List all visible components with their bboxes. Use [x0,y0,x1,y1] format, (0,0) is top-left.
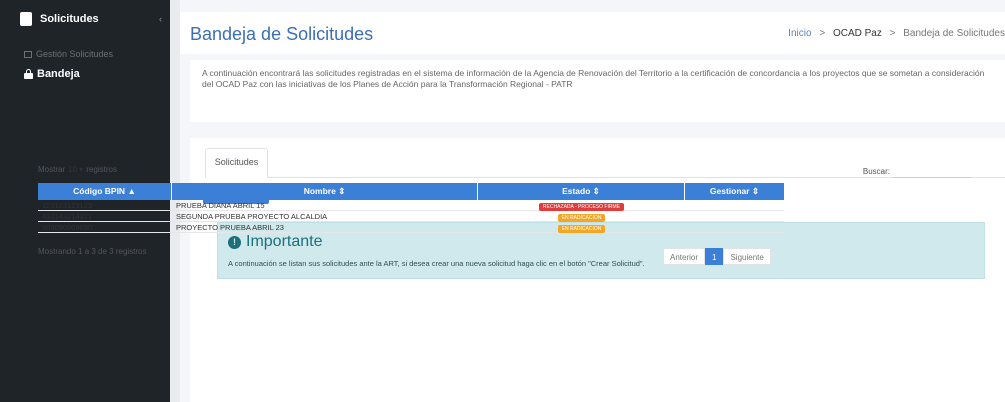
alert-title: Importante [246,233,323,250]
page-size-value: 10 [68,165,78,174]
sidebar-item-label: Gestión Solicitudes [36,49,114,59]
table-info: Mostrando 1 a 3 de 3 registros [38,247,147,256]
cell-bpin: 123123123123 [42,201,93,210]
column-header-label: Nombre [303,186,336,196]
cell-bpin: 909090909090 [42,223,93,232]
sidebar-item-label: Bandeja [37,68,80,80]
sidebar-item-gestion-solicitudes[interactable]: Gestión Solicitudes [24,49,113,59]
page-header: Bandeja de Solicitudes Inicio > OCAD Paz… [180,12,1005,54]
search-control: Buscar: [863,165,971,178]
sidebar-menu-label: Solicitudes [40,13,99,25]
cell-nombre: PROYECTO PRUEBA ABRIL 23 [176,223,284,232]
column-header-label: Código BPIN [73,186,126,196]
list-icon [24,50,32,58]
column-header-nombre[interactable]: Nombre ⇕ [172,183,478,200]
column-header-label: Gestionar [709,186,750,196]
lock-icon [24,68,33,79]
table-row[interactable]: 909090909090 PROYECTO PRUEBA ABRIL 23 EN… [38,222,784,233]
cell-bpin: 432143214321 [42,212,93,221]
cell-nombre: SEGUNDA PRUEBA PROYECTO ALCALDIA [176,212,328,221]
breadcrumb-inicio[interactable]: Inicio [788,28,811,39]
page-size-select[interactable]: 10 ▾ [68,165,83,174]
status-badge: EN RADICACION [557,225,606,233]
column-header-gestionar[interactable]: Gestionar ⇕ [685,183,784,200]
page-title: Bandeja de Solicitudes [190,24,374,44]
intro-panel: A continuación encontrará las solicitude… [190,60,1005,122]
status-badge: EN RADICACION [557,214,606,222]
table-row[interactable]: 432143214321 SEGUNDA PRUEBA PROYECTO ALC… [38,211,784,222]
breadcrumb-ocad-paz[interactable]: OCAD Paz [833,28,882,39]
next-page-button[interactable]: Siguiente [723,248,771,265]
cell-nombre: PRUEBA DIANA ABRIL 15 [176,201,265,210]
page-length-control: Mostrar 10 ▾ registros [38,165,117,174]
tab-solicitudes[interactable]: Solicitudes [205,148,268,178]
intro-text: A continuación encontrará las solicitude… [202,68,985,89]
records-label: registros [86,165,117,174]
show-label: Mostrar [38,165,66,174]
column-header-estado[interactable]: Estado ⇕ [478,183,685,200]
search-input[interactable] [893,165,971,178]
sort-asc-icon: ▲ [127,186,136,196]
breadcrumb-current: Bandeja de Solicitudes [903,28,1005,39]
sort-icon: ⇕ [338,186,346,196]
search-label: Buscar: [862,167,890,176]
prev-page-button[interactable]: Anterior [663,248,706,265]
page-1-button[interactable]: 1 [705,248,724,265]
pagination: Anterior 1 Siguiente [663,248,771,265]
table-header: Código BPIN ▲ Nombre ⇕ Estado ⇕ Gestiona… [38,183,784,200]
chevron-left-icon: ‹ [159,14,162,24]
alert-heading: ! Importante [228,233,322,251]
info-icon: ! [228,235,241,249]
alert-message: A continuación se listan sus solicitudes… [228,259,645,268]
table-row[interactable]: 123123123123 PRUEBA DIANA ABRIL 15 RECHA… [38,200,784,211]
sidebar-item-bandeja[interactable]: Bandeja [24,68,80,80]
column-header-label: Estado [562,186,591,196]
sidebar-menu-solicitudes[interactable]: Solicitudes ‹ [0,0,170,38]
status-badge: RECHAZADA - PROCESO FIRME [539,203,624,211]
column-header-bpin[interactable]: Código BPIN ▲ [38,183,172,200]
book-icon [20,12,32,26]
breadcrumb: Inicio > OCAD Paz > Bandeja de Solicitud… [788,28,1005,39]
sort-icon: ⇕ [751,186,760,196]
breadcrumb-separator-icon: > [889,28,896,39]
breadcrumb-separator-icon: > [819,28,826,39]
sort-icon: ⇕ [592,186,600,196]
caret-down-icon: ▾ [79,165,84,174]
